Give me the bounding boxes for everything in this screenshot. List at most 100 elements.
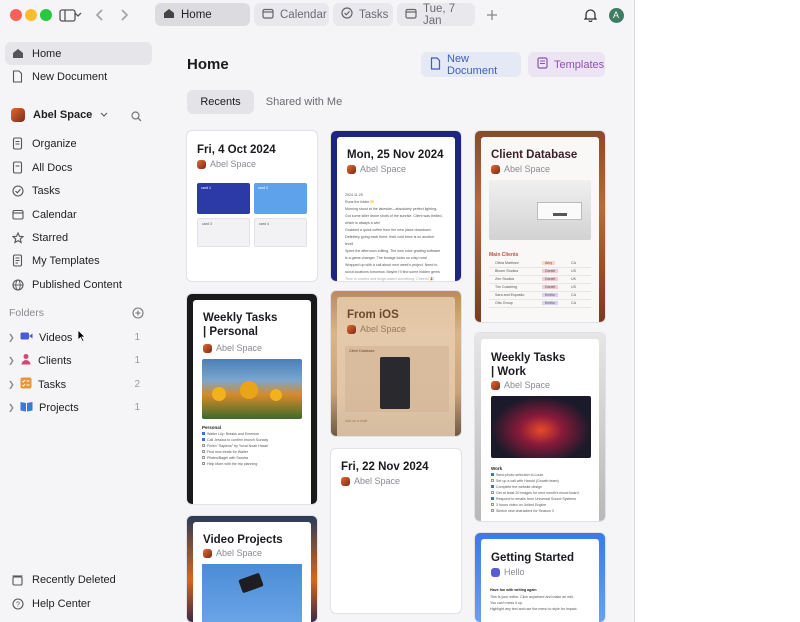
folder-count: 1 <box>134 355 140 366</box>
section-title: Personal <box>202 425 222 430</box>
space-name: Abel Space <box>360 324 407 334</box>
card-title: Video Projects <box>203 534 283 546</box>
sidebar-item-organize[interactable]: Organize <box>5 132 152 155</box>
sidebar-item-home[interactable]: Home <box>5 42 152 65</box>
back-icon[interactable] <box>90 5 110 25</box>
card-title-line: Weekly Tasks <box>203 312 278 324</box>
calendar-icon <box>11 208 24 221</box>
tab-recents[interactable]: Recents <box>187 90 254 114</box>
avatar[interactable]: A <box>606 5 626 25</box>
folder-label: Videos <box>39 331 73 344</box>
sidebar-item-published-content[interactable]: Published Content <box>5 273 152 296</box>
document-card-from-ios[interactable]: From iOS Abel Space Client Database Add … <box>331 291 461 436</box>
card-space: Abel Space <box>197 159 256 169</box>
drawer-handle <box>553 213 567 216</box>
card-title: Mon, 25 Nov 2024 <box>347 149 444 161</box>
new-document-button[interactable]: New Document <box>421 52 521 77</box>
cell: CA <box>571 261 576 265</box>
card-inner: From iOS Abel Space Client Database Add … <box>337 297 455 436</box>
document-card-fri-4-oct[interactable]: Fri, 4 Oct 2024 Abel Space card 1 card 2… <box>187 131 317 281</box>
document-card-weekly-tasks-work[interactable]: Weekly Tasks | Work Abel Space Work Send … <box>475 333 605 521</box>
new-document-icon <box>11 70 24 83</box>
template-icon <box>11 254 24 267</box>
sidebar-item-new-document[interactable]: New Document <box>5 65 152 88</box>
sunflower <box>270 389 282 401</box>
card-title-line: Weekly Tasks <box>491 352 566 364</box>
preview-card-1: card 1 <box>197 183 250 214</box>
page-title: Home <box>187 56 229 73</box>
space-name: Hello <box>504 567 525 577</box>
sidebar-item-calendar[interactable]: Calendar <box>5 203 152 226</box>
folder-label: Projects <box>39 401 79 414</box>
folder-projects[interactable]: ❯ Projects 1 <box>5 396 152 419</box>
document-card-mon-25-nov[interactable]: Mon, 25 Nov 2024 Abel Space 2024.11.25 R… <box>331 131 461 281</box>
document-card-weekly-tasks-personal[interactable]: Weekly Tasks | Personal Abel Space Person… <box>187 294 317 504</box>
folder-tasks[interactable]: ❯ Tasks 2 <box>5 373 152 396</box>
zoom-window-button[interactable] <box>40 9 52 21</box>
task-text: Walter Lily: Breaks and Emerson <box>207 432 260 436</box>
preview-card-label: card 1 <box>201 186 211 190</box>
card-inner: Client Database Abel Space Main Clients … <box>481 137 599 322</box>
sidebar-item-help-center[interactable]: ? Help Center <box>5 592 152 615</box>
preview-card-4: card 4 <box>254 218 307 247</box>
task-item: Walter Lily: Breaks and Emerson <box>202 432 259 436</box>
preview-line: Runs the folder 📁 <box>345 200 375 204</box>
preview-line: which is always a win! <box>345 221 381 225</box>
video-folder-icon <box>20 331 33 344</box>
close-window-button[interactable] <box>10 9 22 21</box>
tab-calendar[interactable]: Calendar <box>254 3 329 26</box>
card-space: Hello <box>491 567 525 577</box>
preview-line: Highlight any text and use the menu to s… <box>490 607 578 611</box>
section-title: Work <box>491 466 503 471</box>
document-card-fri-22-nov[interactable]: Fri, 22 Nov 2024 Abel Space <box>331 449 461 613</box>
sidebar-item-tasks[interactable]: Tasks <box>5 179 152 202</box>
cell: Amy <box>542 261 556 265</box>
space-name: Abel Space <box>354 476 401 486</box>
document-card-client-database[interactable]: Client Database Abel Space Main Clients … <box>475 131 605 322</box>
cell: Daniel <box>542 277 559 281</box>
new-tab-plus-icon[interactable] <box>482 5 502 25</box>
sidebar-item-label: All Docs <box>32 161 73 174</box>
tab-shared-with-me[interactable]: Shared with Me <box>260 90 348 114</box>
sidebar-item-starred[interactable]: Starred <box>5 226 152 249</box>
templates-button[interactable]: Templates <box>528 52 605 77</box>
tab-tasks[interactable]: Tasks <box>333 3 393 26</box>
tab-label: Home <box>181 8 212 21</box>
bell-icon[interactable] <box>580 5 600 25</box>
chevron-down-icon[interactable] <box>73 5 83 25</box>
search-icon[interactable] <box>131 109 142 127</box>
task-item: Respond to emails from Universal Sound S… <box>491 497 576 501</box>
cell: CA <box>571 293 576 297</box>
laptop-image <box>491 396 591 458</box>
client-table-preview: Olivia Martinez Amy CA Bloom Studios Daniel… <box>489 260 591 308</box>
space-switcher[interactable]: Abel Space <box>5 103 152 126</box>
tab-tue-7-jan[interactable]: Tue, 7 Jan <box>397 3 475 27</box>
star-icon <box>11 231 24 244</box>
card-title: Getting Started <box>491 552 575 564</box>
folder-clients[interactable]: ❯ Clients 1 <box>5 349 152 372</box>
document-card-video-projects[interactable]: Video Projects Abel Space <box>187 516 317 622</box>
card-inner: Video Projects Abel Space <box>193 522 311 622</box>
preview-line: Grabbed a quick coffee from the new plac… <box>345 228 432 232</box>
folder-count: 2 <box>134 379 140 390</box>
cell: Olivia Martinez <box>495 261 519 265</box>
add-folder-icon[interactable] <box>132 306 144 324</box>
folders-heading: Folders <box>9 307 45 319</box>
sidebar-item-recently-deleted[interactable]: Recently Deleted <box>5 568 152 591</box>
preview-line: is a game-changer. The footage looks so … <box>345 256 428 260</box>
section-title: Main Clients <box>489 252 519 258</box>
folder-count: 1 <box>134 402 140 413</box>
card-space: Abel Space <box>347 324 406 334</box>
sidebar-item-label: My Templates <box>32 254 100 267</box>
minimize-window-button[interactable] <box>25 9 37 21</box>
card-inner: Getting Started Hello Have fun with writ… <box>481 539 599 622</box>
sidebar-item-my-templates[interactable]: My Templates <box>5 249 152 272</box>
folder-label: Tasks <box>38 378 67 391</box>
card-space: Abel Space <box>491 164 550 174</box>
forward-icon[interactable] <box>114 5 134 25</box>
document-card-getting-started[interactable]: Getting Started Hello Have fun with writ… <box>475 533 605 622</box>
tab-home[interactable]: Home <box>155 3 250 26</box>
sidebar-item-all-docs[interactable]: All Docs <box>5 156 152 179</box>
preview-card-label: card 3 <box>202 222 212 226</box>
folder-label: Clients <box>38 354 72 367</box>
